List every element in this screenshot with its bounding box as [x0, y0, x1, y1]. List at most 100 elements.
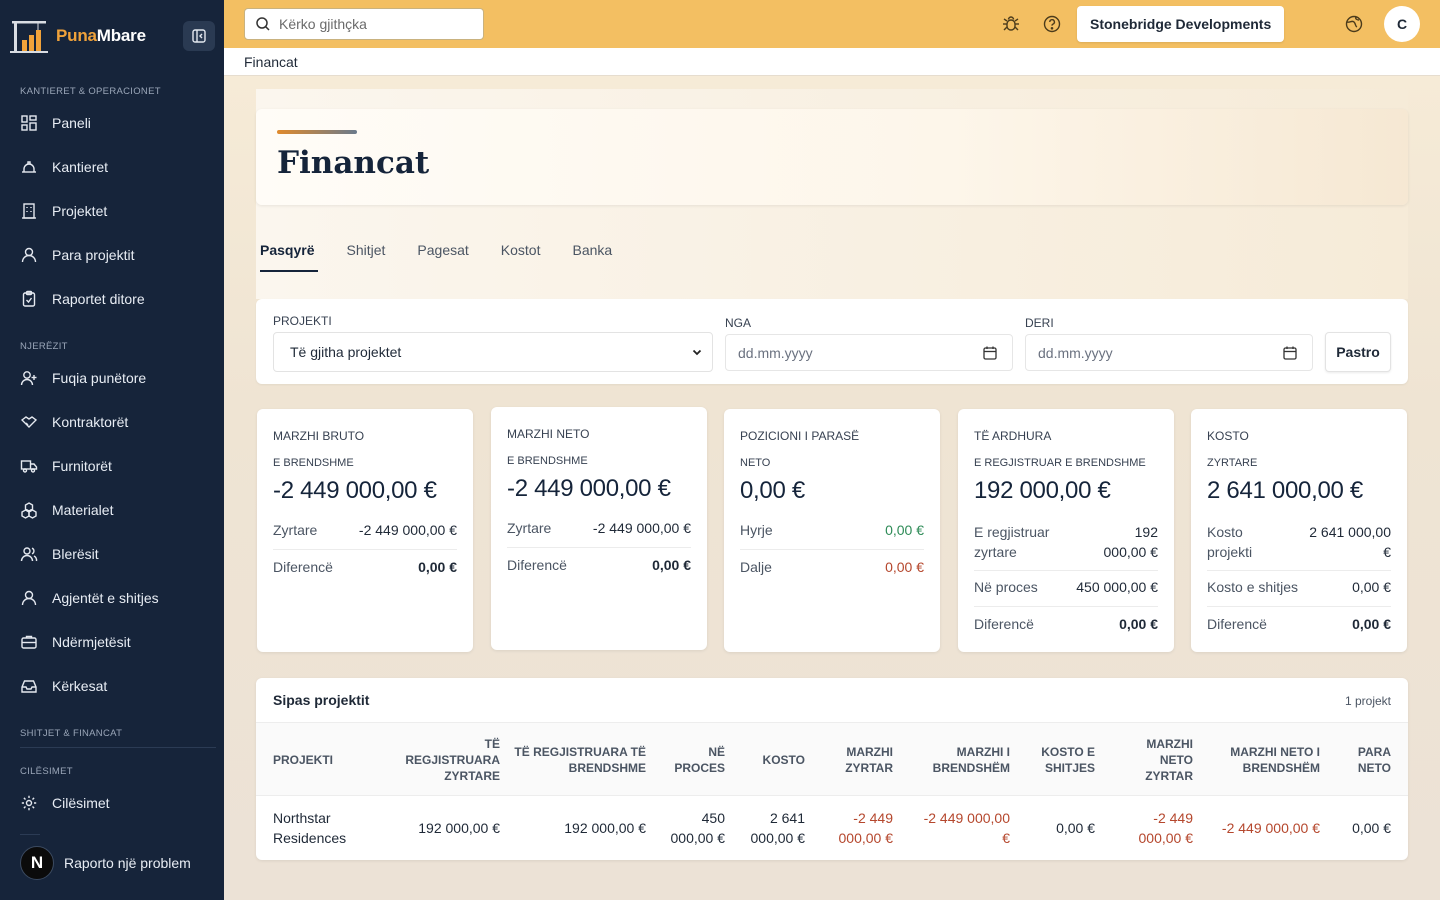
- tab-overview[interactable]: Pasqyrë: [260, 236, 320, 272]
- sidebar-item-materials[interactable]: Materialet: [20, 495, 210, 525]
- sidebar-item-settings[interactable]: Cilësimet: [20, 788, 210, 818]
- sidebar-item-label: Furnitorët: [52, 458, 112, 474]
- column-header-col-internal-net-margin[interactable]: MARZHI NETO I BRENDSHËM: [1193, 723, 1320, 796]
- column-header-label: MARZHI NETO I BRENDSHËM: [1230, 744, 1320, 776]
- project-select[interactable]: Të gjitha projektet: [273, 332, 713, 372]
- header-line: BRENDSHËM: [932, 760, 1010, 775]
- row-label: Zyrtare: [273, 522, 318, 538]
- column-header-col-sales-cost[interactable]: KOSTO E SHITJES: [1010, 723, 1095, 796]
- sidebar-item-buyers[interactable]: Blerësit: [20, 539, 210, 569]
- table-title: Sipas projektit: [273, 692, 370, 708]
- header-line: BRENDSHME: [568, 760, 646, 775]
- header-line: MARZHI I: [956, 744, 1010, 759]
- column-header-col-internal-registered[interactable]: TË REGJISTRUARA TË BRENDSHME: [500, 723, 646, 796]
- column-header-col-net-cash[interactable]: PARA NETO: [1320, 723, 1391, 796]
- user-avatar[interactable]: C: [1384, 6, 1420, 42]
- sidebar-item-requests[interactable]: Kërkesat: [20, 671, 210, 701]
- report-problem-button[interactable]: N Raporto një problem: [20, 846, 191, 880]
- from-date-input[interactable]: dd.mm.yyyy: [725, 334, 1013, 371]
- sidebar-item-label: Kantieret: [52, 159, 109, 175]
- sidebar-item-workforce[interactable]: Fuqia punëtore: [20, 363, 210, 393]
- column-header-col-official-registered[interactable]: TË REGJISTRUARA ZYRTARE: [388, 723, 500, 796]
- column-header-label: NË PROCES: [674, 744, 725, 776]
- column-header-col-project[interactable]: PROJEKTI: [273, 723, 388, 796]
- header-line: MARZHI: [1146, 736, 1193, 751]
- sidebar-item-intermediaries[interactable]: Ndërmjetësit: [20, 627, 210, 657]
- header-line: KOSTO: [762, 752, 805, 767]
- calendar-icon[interactable]: [1282, 345, 1298, 361]
- column-header-col-official-net-margin[interactable]: MARZHI NETO ZYRTAR: [1095, 723, 1193, 796]
- breadcrumb: Financat: [224, 48, 1440, 76]
- calendar-icon[interactable]: [982, 345, 998, 361]
- tab-sales[interactable]: Shitjet: [346, 236, 385, 272]
- app-logo[interactable]: PunaMbare: [10, 18, 146, 54]
- search-input[interactable]: [279, 16, 469, 32]
- gear-icon: [21, 795, 37, 811]
- globe-icon[interactable]: [1344, 14, 1364, 34]
- card-value: -2 449 000,00 €: [507, 475, 671, 502]
- kpi-card-cost: KOSTO ZYRTARE 2 641 000,00 € Kosto projek…: [1191, 409, 1407, 652]
- brand-part-1: Puna: [56, 26, 97, 45]
- row-label: Kosto projekti: [1207, 522, 1252, 562]
- collapse-sidebar-button[interactable]: [183, 21, 215, 51]
- cell-value: 192 000,00 €: [418, 818, 500, 838]
- section-label-sites: KANTIERET & OPERACIONET: [20, 86, 161, 97]
- kpi-card-cash-position: POZICIONI I PARASË NETO 0,00 € Hyrje 0,00…: [724, 409, 940, 652]
- cell-value: -2 449 000,00 €: [839, 808, 894, 848]
- column-header-col-internal-margin[interactable]: MARZHI I BRENDSHËM: [893, 723, 1010, 796]
- sidebar-item-project-money[interactable]: Para projektit: [20, 240, 210, 270]
- clear-filters-button[interactable]: Pastro: [1325, 332, 1391, 372]
- card-row: Zyrtare -2 449 000,00 €: [507, 520, 691, 536]
- sidebar-item-contractors[interactable]: Kontraktorët: [20, 407, 210, 437]
- card-row: Diferencë 0,00 €: [1207, 616, 1391, 632]
- cell-value: 2 641 000,00 €: [751, 808, 806, 848]
- cell-line: 192 000,00 €: [564, 820, 646, 836]
- sidebar-item-daily-reports[interactable]: Raportet ditore: [20, 284, 210, 314]
- header-line: ZYRTAR: [1145, 768, 1193, 783]
- to-date-input[interactable]: dd.mm.yyyy: [1025, 334, 1313, 371]
- header-line: TË REGJISTRUARA: [405, 736, 500, 767]
- header-line: ZYRTAR: [845, 760, 893, 775]
- bug-icon[interactable]: [1001, 14, 1021, 34]
- column-header-col-cost[interactable]: KOSTO: [725, 723, 805, 796]
- table-cell-col-official-registered: 192 000,00 €: [388, 796, 500, 860]
- search-box[interactable]: [244, 8, 484, 40]
- table-cell-col-net-cash: 0,00 €: [1320, 796, 1391, 860]
- header-line: SHITJES: [1044, 760, 1095, 775]
- brand-part-2: Mbare: [96, 26, 146, 45]
- card-title: KOSTO: [1207, 429, 1249, 443]
- sidebar-item-sales-agents[interactable]: Agjentët e shitjes: [20, 583, 210, 613]
- column-header-col-in-process[interactable]: NË PROCES: [646, 723, 725, 796]
- card-row: Kosto e shitjes 0,00 €: [1207, 579, 1391, 595]
- cell-value: 192 000,00 €: [564, 818, 646, 838]
- column-header-label: PARA NETO: [1358, 744, 1391, 776]
- sidebar-item-dashboard[interactable]: Paneli: [20, 108, 210, 138]
- kpi-card-revenue: TË ARDHURA E REGJISTRUAR E BRENDSHME 192…: [958, 409, 1174, 652]
- project-select-value: Të gjitha projektet: [290, 344, 402, 360]
- cell-line: 000,00 €: [1138, 830, 1194, 846]
- card-row: Në proces 450 000,00 €: [974, 579, 1158, 595]
- tab-bank[interactable]: Banka: [572, 236, 612, 272]
- tab-payments[interactable]: Pagesat: [417, 236, 468, 272]
- header-line: PROCES: [674, 760, 725, 775]
- sidebar-item-suppliers[interactable]: Furnitorët: [20, 451, 210, 481]
- help-icon[interactable]: [1042, 14, 1062, 34]
- column-header-col-official-margin[interactable]: MARZHI ZYRTAR: [805, 723, 893, 796]
- card-subtitle: E REGJISTRUAR E BRENDSHME: [974, 457, 1146, 469]
- cell-value: -2 449 000,00 €: [924, 808, 1010, 848]
- kpi-card-net-margin: MARZHI NETO E BRENDSHME -2 449 000,00 € …: [491, 407, 707, 650]
- card-title: MARZHI NETO: [507, 427, 590, 441]
- tab-costs[interactable]: Kostot: [501, 236, 541, 272]
- column-header-label: TË REGJISTRUARA ZYRTARE: [388, 736, 500, 784]
- from-date-placeholder: dd.mm.yyyy: [738, 344, 813, 361]
- sidebar-item-sites[interactable]: Kantieret: [20, 152, 210, 182]
- sidebar-item-label: Ndërmjetësit: [52, 634, 131, 650]
- header-line: ZYRTARE: [444, 768, 500, 783]
- sidebar-item-projects[interactable]: Projektet: [20, 196, 210, 226]
- from-date-label: NGA: [725, 316, 752, 330]
- cell-line: 000,00 €: [838, 830, 894, 846]
- filters-panel: PROJEKTI Të gjitha projektet NGA dd.mm.y…: [256, 299, 1408, 384]
- row-value-line: 000,00 €: [1103, 544, 1159, 560]
- row-label: Diferencë: [1207, 616, 1267, 632]
- company-switcher-button[interactable]: Stonebridge Developments: [1077, 6, 1285, 42]
